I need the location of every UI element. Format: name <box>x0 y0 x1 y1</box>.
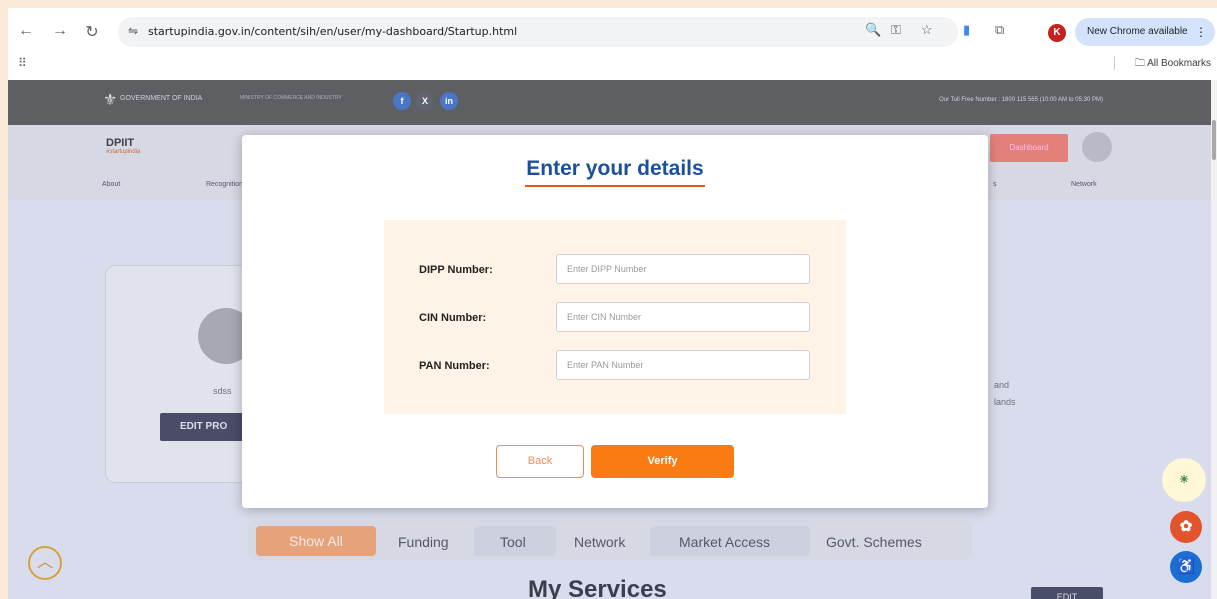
accessibility-icon[interactable]: ♿ <box>1170 551 1202 583</box>
all-bookmarks-label: All Bookmarks <box>1147 58 1211 69</box>
apps-grid-icon[interactable]: ⠿ <box>18 56 27 70</box>
page-scrollbar[interactable] <box>1211 80 1217 599</box>
details-modal: Enter your details DIPP Number: CIN Numb… <box>242 135 988 508</box>
site-info-icon[interactable]: ⇋ <box>128 24 138 38</box>
tab-govt-schemes[interactable]: Govt. Schemes <box>826 534 922 550</box>
scroll-to-top-chevron-up-icon[interactable]: ︿ <box>28 546 62 580</box>
title-underline <box>525 185 705 187</box>
back-button[interactable]: Back <box>496 445 584 478</box>
back-arrow-icon[interactable]: ← <box>16 22 36 40</box>
facebook-icon[interactable]: f <box>393 92 411 110</box>
pan-number-input[interactable] <box>556 350 810 380</box>
user-avatar[interactable] <box>1082 132 1112 162</box>
tab-tool[interactable]: Tool <box>500 534 526 550</box>
new-chrome-available-button[interactable]: New Chrome available ⋮ <box>1075 18 1215 46</box>
profile-name: sdss <box>213 386 232 396</box>
nav-about[interactable]: About <box>102 181 120 188</box>
government-bar: ⚜ GOVERNMENT OF INDIA MINISTRY OF COMMER… <box>8 80 1211 125</box>
all-bookmarks-button[interactable]: 🗀 All Bookmarks <box>1135 56 1211 73</box>
emblem-badge-icon[interactable]: ✿ <box>1170 511 1202 543</box>
profile-avatar[interactable]: K <box>1048 24 1066 42</box>
extensions-puzzle-icon[interactable]: ⧉ <box>995 22 1004 38</box>
reload-icon[interactable]: ↻ <box>82 22 102 42</box>
zoom-icon[interactable]: 🔍 <box>865 22 881 38</box>
new-chrome-label: New Chrome available <box>1087 26 1188 37</box>
tab-market-access[interactable]: Market Access <box>679 534 770 550</box>
linkedin-icon[interactable]: in <box>440 92 458 110</box>
dipp-number-label: DIPP Number: <box>419 264 493 276</box>
emblem-icon: ⚜ <box>103 92 118 109</box>
nav-recognition[interactable]: Recognition <box>206 181 243 188</box>
my-services-heading: My Services <box>528 576 667 599</box>
dpiit-logo-sub: #startupindia <box>106 149 141 155</box>
url-text: startupindia.gov.in/content/sih/en/user/… <box>148 25 518 38</box>
profile-side-line-1: and <box>994 380 1010 390</box>
tab-show-all[interactable]: Show All <box>256 526 376 556</box>
toll-free-number: Our Toll Free Number : 1800 115 565 (10:… <box>939 97 1103 103</box>
gov-label: GOVERNMENT OF INDIA <box>120 95 203 102</box>
password-key-icon[interactable]: ⚿ <box>891 22 901 38</box>
scrollbar-thumb[interactable] <box>1212 120 1216 160</box>
services-tab-bar: Show All Funding Tool Network Market Acc… <box>248 520 972 560</box>
dashboard-button[interactable]: Dashboard <box>990 134 1068 162</box>
nav-partial[interactable]: s <box>993 181 997 188</box>
bookmark-star-icon[interactable]: ☆ <box>921 22 933 38</box>
modal-title: Enter your details <box>526 157 704 180</box>
ministry-label: MINISTRY OF COMMERCE AND INDUSTRY <box>240 95 342 101</box>
cin-number-label: CIN Number: <box>419 312 487 324</box>
bookmarks-divider <box>1114 56 1115 70</box>
browser-toolbar: ← → ↻ ⇋ startupindia.gov.in/content/sih/… <box>8 8 1217 80</box>
profile-side-text: and lands <box>994 377 1016 411</box>
x-twitter-icon[interactable]: X <box>416 92 434 110</box>
extension-docs-icon[interactable]: ▮ <box>963 22 970 38</box>
forward-arrow-icon[interactable]: → <box>50 22 70 40</box>
tab-funding[interactable]: Funding <box>398 534 449 550</box>
dipp-number-input[interactable] <box>556 254 810 284</box>
details-form: DIPP Number: CIN Number: PAN Number: <box>384 220 846 414</box>
edit-profile-button[interactable]: EDIT PRO <box>160 413 250 441</box>
pan-number-label: PAN Number: <box>419 360 490 372</box>
verify-button[interactable]: Verify <box>591 445 734 478</box>
dpiit-logo-text: DPIIT <box>106 137 135 149</box>
address-bar[interactable]: ⇋ startupindia.gov.in/content/sih/en/use… <box>118 17 958 47</box>
profile-side-line-2: lands <box>994 397 1016 407</box>
edit-services-button[interactable]: EDIT <box>1031 587 1103 599</box>
dpiit-logo[interactable]: DPIIT #startupindia <box>106 137 140 155</box>
nav-network[interactable]: Network <box>1071 181 1097 188</box>
kebab-menu-icon[interactable]: ⋮ <box>1195 18 1207 46</box>
tab-network[interactable]: Network <box>574 534 625 550</box>
sun-chatbot-icon[interactable]: ☀ <box>1162 458 1206 502</box>
cin-number-input[interactable] <box>556 302 810 332</box>
